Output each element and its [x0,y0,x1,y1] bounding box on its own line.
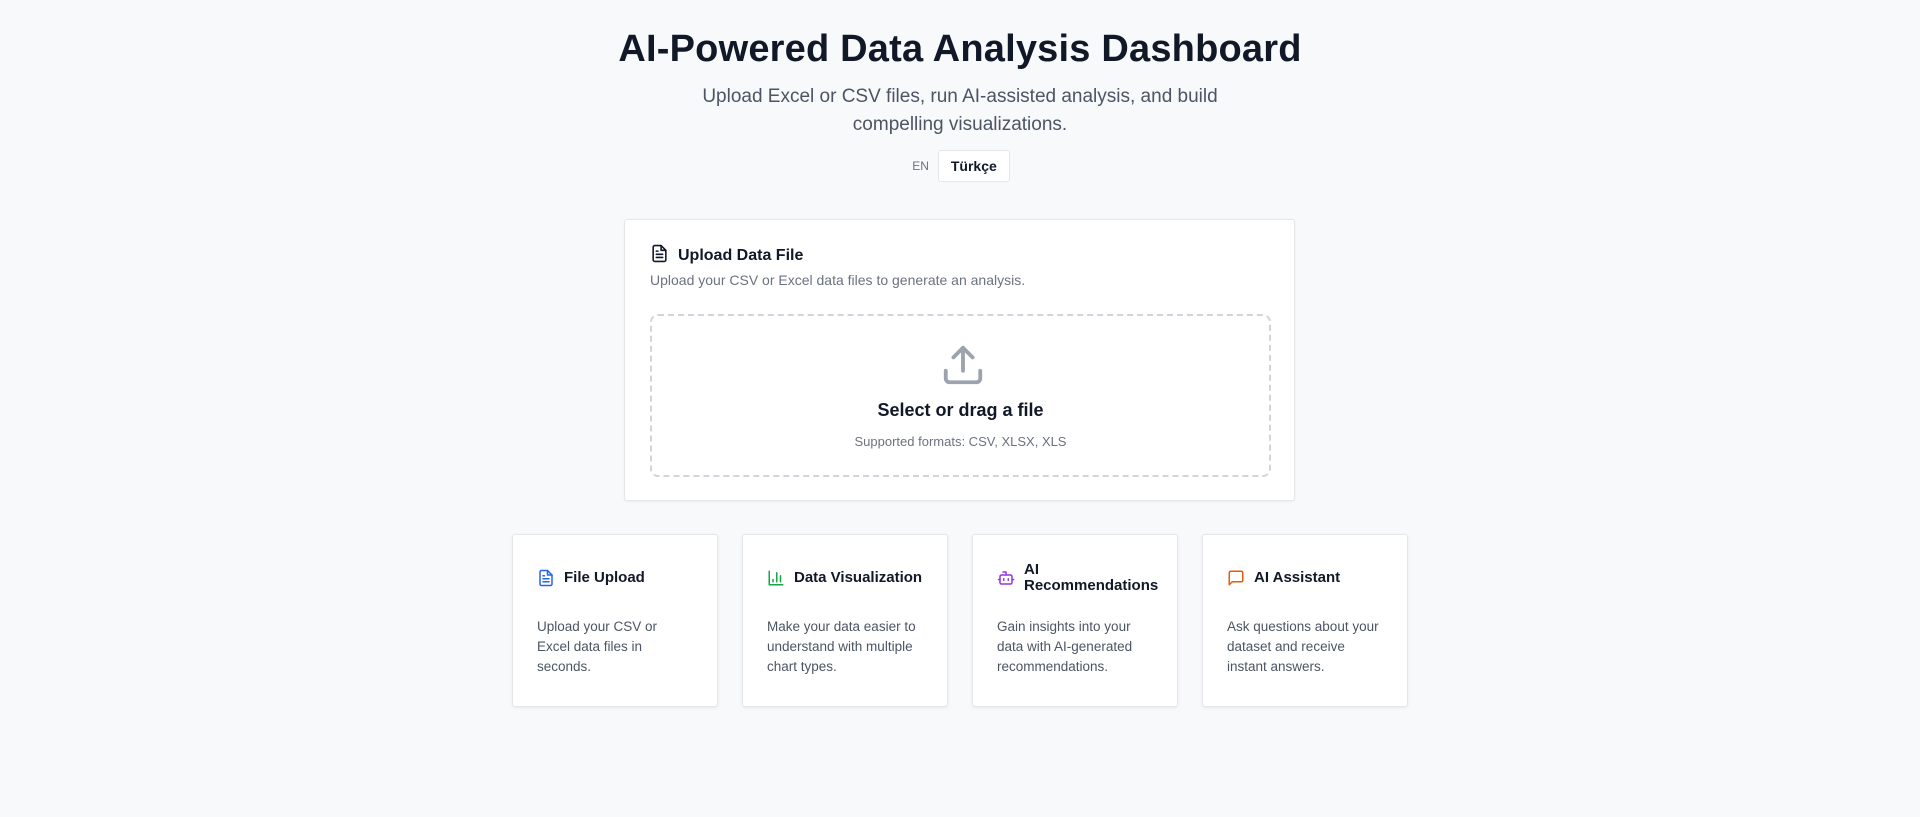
feature-card-header: Data Visualization [767,561,923,595]
page-subtitle: Upload Excel or CSV files, run AI-assist… [702,86,1218,135]
feature-description: Make your data easier to understand with… [767,619,916,674]
bar-chart-icon [767,569,785,587]
feature-title: File Upload [564,569,645,586]
feature-title: AI Assistant [1254,569,1341,586]
feature-card-ai-recommendations: AI Recommendations Gain insights into yo… [972,534,1178,707]
feature-card-header: AI Assistant [1227,561,1383,595]
file-text-icon [650,244,669,268]
feature-title: Data Visualization [794,569,923,586]
upload-card-title: Upload Data File [678,247,804,264]
upload-card-description: Upload your CSV or Excel data files to g… [650,272,1026,288]
upload-card: Upload Data File Upload your CSV or Exce… [624,219,1295,501]
feature-description: Gain insights into your data with AI-gen… [997,619,1133,674]
upload-icon [940,342,986,388]
message-square-icon [1227,569,1245,587]
feature-description: Upload your CSV or Excel data files in s… [537,619,658,674]
dropzone-title: Select or drag a file [877,400,1044,420]
bot-icon [997,569,1015,587]
feature-card-header: File Upload [537,561,693,595]
feature-title: AI Recommendations [1024,561,1159,594]
page-title: AI-Powered Data Analysis Dashboard [618,28,1302,70]
feature-card-file-upload: File Upload Upload your CSV or Excel dat… [512,534,718,707]
dashboard-page: AI-Powered Data Analysis Dashboard Uploa… [0,0,1920,817]
page-header: AI-Powered Data Analysis Dashboard Uploa… [0,24,1920,182]
upload-card-header: Upload Data File [650,244,803,268]
file-dropzone[interactable]: Select or drag a file Supported formats:… [650,314,1271,477]
file-text-icon [537,569,555,587]
feature-card-header: AI Recommendations [997,561,1158,595]
current-language-label: EN [912,159,929,173]
feature-card-data-visualization: Data Visualization Make your data easier… [742,534,948,707]
supported-formats-text: Supported formats: CSV, XLSX, XLS [854,434,1067,449]
feature-card-ai-assistant: AI Assistant Ask questions about your da… [1202,534,1408,707]
turkish-language-button[interactable]: Türkçe [937,150,1010,182]
feature-description: Ask questions about your dataset and rec… [1227,619,1379,674]
language-switcher: EN Türkçe [0,150,1920,182]
feature-cards: File Upload Upload your CSV or Excel dat… [512,534,1408,707]
